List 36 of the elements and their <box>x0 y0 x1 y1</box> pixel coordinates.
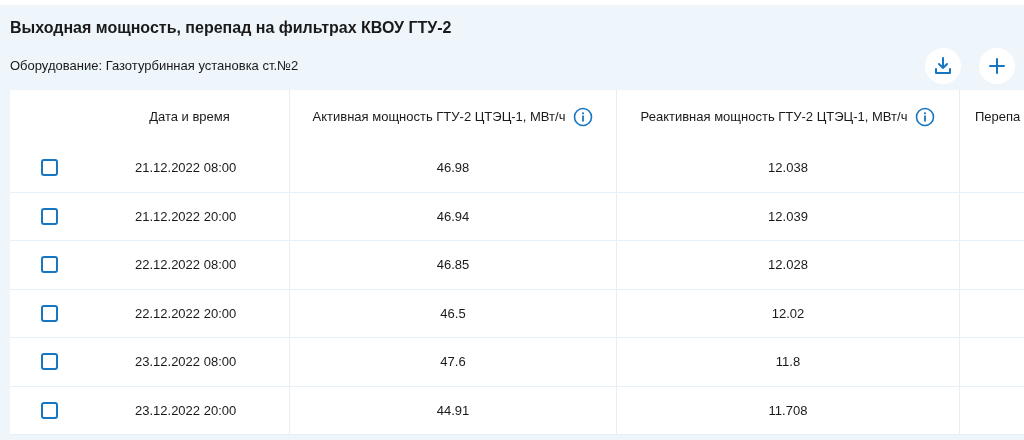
download-button[interactable] <box>925 48 961 84</box>
row-checkbox[interactable] <box>41 159 58 177</box>
row-checkbox[interactable] <box>41 207 58 225</box>
table-cell-text: 12.039 <box>768 207 808 226</box>
table-cell-text: 11.708 <box>768 401 808 420</box>
plus-icon <box>988 57 1006 75</box>
row-checkbox[interactable] <box>41 304 58 322</box>
row-checkbox[interactable] <box>41 401 58 419</box>
add-button[interactable] <box>979 48 1015 84</box>
table-cell-text: 46.5 <box>440 304 466 323</box>
date-cell-text: 23.12.2022 08:00 <box>135 353 237 371</box>
column-label: Дата и время <box>149 108 230 127</box>
equipment-label: Оборудование: Газотурбинная установка ст.№2 <box>10 57 299 76</box>
table-cell-text: 47.6 <box>440 353 466 371</box>
table-cell-text: 11.8 <box>775 353 801 371</box>
table-cell-text: 46.85 <box>436 256 470 274</box>
table-cell-text: 46.98 <box>436 159 470 177</box>
panel-title: Выходная мощность, перепад на фильтрах КВОУ ГТУ-2 <box>10 18 453 38</box>
date-cell-text: 21.12.2022 08:00 <box>135 159 237 177</box>
date-cell-text: 21.12.2022 20:00 <box>135 207 237 226</box>
info-icon[interactable] <box>573 107 594 127</box>
column-label: Реактивная мощность ГТУ-2 ЦТЭЦ-1, МВт/ч <box>640 108 908 127</box>
table-cell-text: 12.028 <box>768 256 808 274</box>
column-label: Перепа <box>975 108 1021 127</box>
date-cell-text: 23.12.2022 20:00 <box>135 401 237 420</box>
table-cell-text: 44.91 <box>436 401 470 420</box>
table-cell-text: 12.02 <box>771 304 805 323</box>
download-icon <box>933 56 953 76</box>
info-icon[interactable] <box>915 107 936 127</box>
column-label: Активная мощность ГТУ-2 ЦТЭЦ-1, МВт/ч <box>312 108 566 127</box>
date-cell-text: 22.12.2022 08:00 <box>135 256 237 274</box>
table-cell-text: 12.038 <box>768 159 808 177</box>
row-checkbox[interactable] <box>41 256 58 274</box>
date-cell-text: 22.12.2022 20:00 <box>135 304 237 323</box>
table-cell-text: 46.94 <box>436 207 470 226</box>
row-checkbox[interactable] <box>41 353 58 371</box>
